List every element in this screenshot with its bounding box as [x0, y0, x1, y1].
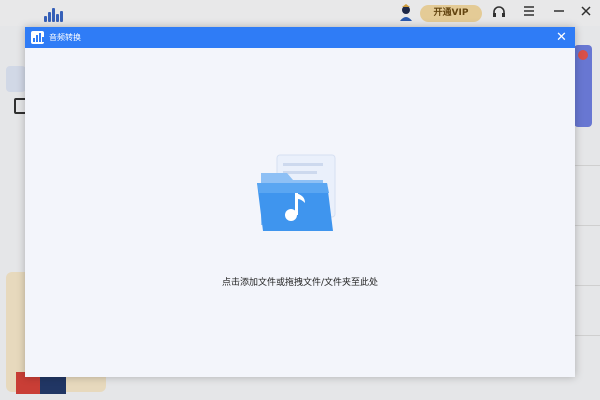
dialog-close-button[interactable]: ✕: [554, 30, 569, 45]
file-drop-area[interactable]: 点击添加文件或拖拽文件/文件夹至此处: [25, 48, 575, 377]
close-icon: ✕: [556, 30, 567, 45]
audio-app-icon: [31, 31, 44, 44]
dialog-titlebar[interactable]: 音频转换 ✕: [25, 27, 575, 48]
drop-hint-text: 点击添加文件或拖拽文件/文件夹至此处: [221, 278, 379, 288]
audio-folder-icon: [253, 153, 343, 233]
audio-convert-dialog: 音频转换 ✕ 点击添加文件或拖拽文件/文件夹至此处: [25, 27, 575, 377]
dialog-title: 音频转换: [49, 33, 81, 42]
